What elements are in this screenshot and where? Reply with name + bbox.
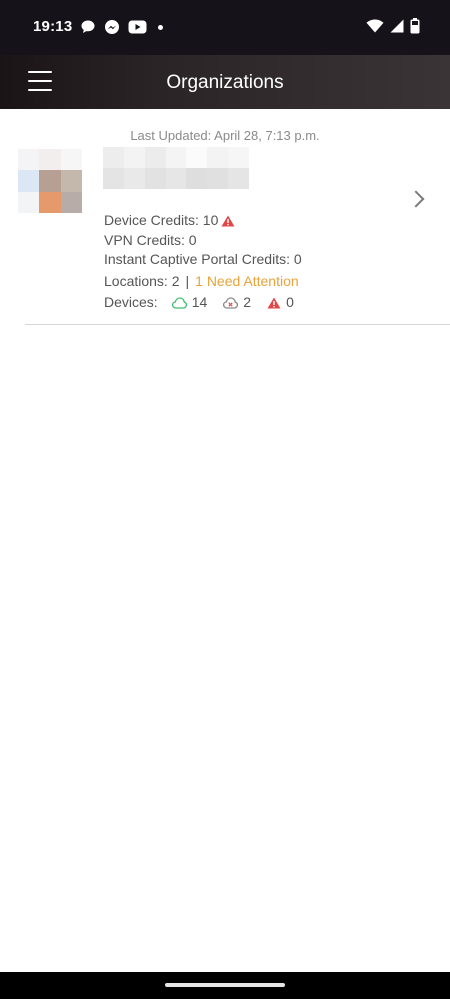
devices-alerts: 0 [267,293,294,312]
status-time: 19:13 [33,18,73,35]
warning-icon [221,215,235,227]
wifi-icon [366,19,384,33]
app-bar: Organizations [0,55,450,109]
system-icons [366,18,420,34]
home-gesture-handle[interactable] [165,983,285,987]
cell-signal-icon [390,19,404,33]
device-credits-row: Device Credits: 10 [104,211,310,231]
devices-label: Devices: [104,294,158,311]
devices-alerts-count: 0 [286,294,294,311]
alert-triangle-icon [267,297,281,309]
cloud-offline-icon [223,297,239,309]
chat-icon [81,20,95,33]
youtube-icon [128,20,147,34]
divider [25,324,450,325]
organization-name-redacted [103,147,249,189]
captive-portal-credits: Instant Captive Portal Credits: 0 [104,251,302,268]
organization-details: Device Credits: 10 VPN Credits: 0 Instan… [104,211,310,313]
last-updated-label: Last Updated: April 28, 7:13 p.m. [130,128,320,143]
vpn-credits: VPN Credits: 0 [104,231,197,248]
status-bar: 19:13 [0,0,450,55]
devices-row: Devices: 14 2 0 [104,293,310,313]
devices-online-count: 14 [191,294,208,311]
devices-online: 14 [171,293,208,312]
organization-card[interactable]: Device Credits: 10 VPN Credits: 0 Instan… [0,145,450,325]
locations-row: Locations: 2 | 1 Need Attention [104,272,310,292]
battery-icon [410,18,420,34]
device-credits: Device Credits: 10 [104,212,219,229]
navigation-bar [0,972,450,999]
devices-offline-count: 2 [243,294,252,311]
locations-separator: | [185,272,190,289]
notification-icons [80,19,163,35]
locations-count: Locations: 2 [104,272,180,289]
cloud-online-icon [171,297,187,309]
devices-offline: 2 [223,293,251,312]
messenger-icon [105,20,119,34]
more-notifications-dot [158,24,163,30]
chevron-right-icon[interactable] [407,190,425,208]
organization-logo [18,149,82,213]
attention-link[interactable]: 1 Need Attention [195,272,299,291]
page-title: Organizations [166,72,284,93]
